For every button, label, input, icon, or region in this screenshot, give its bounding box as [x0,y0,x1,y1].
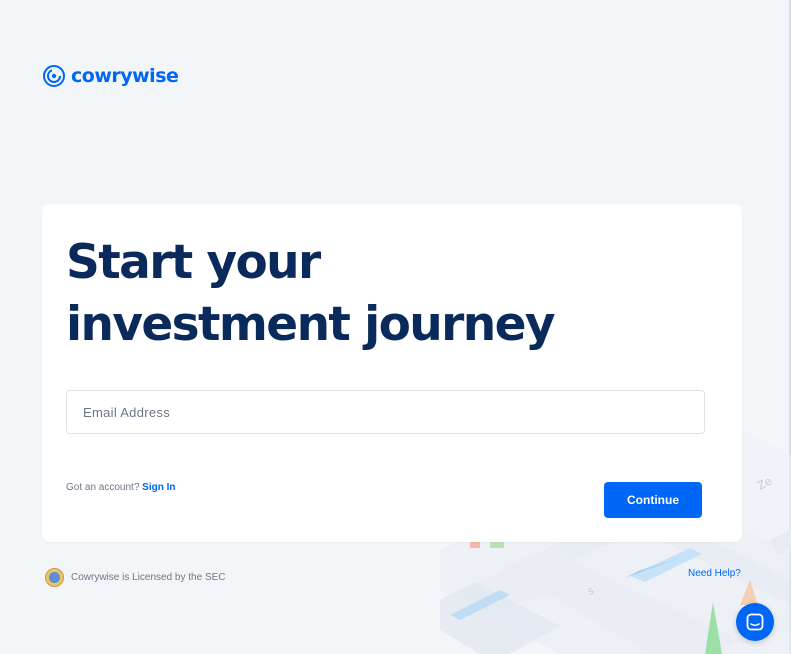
need-help-link[interactable]: Need Help? [688,568,741,579]
sec-seal-icon [45,568,64,587]
email-field[interactable] [66,390,705,434]
brand-name: cowrywise [71,65,179,87]
chat-launcher-button[interactable] [736,603,774,641]
sign-in-link[interactable]: Sign In [142,482,175,493]
signin-prompt: Got an account? Sign In [66,482,176,493]
signin-prompt-text: Got an account? [66,482,140,493]
cowrywise-logo-icon [43,65,65,87]
page-title: Start your investment journey [66,232,666,356]
chat-bubble-icon [746,613,764,631]
continue-button[interactable]: Continue [604,482,702,518]
signup-card: Start your investment journey Got an acc… [42,204,742,542]
license-notice: Cowrywise is Licensed by the SEC [45,568,226,587]
license-text: Cowrywise is Licensed by the SEC [71,572,226,583]
headline-line-1: Start your [66,235,321,290]
cowrywise-logo[interactable]: cowrywise [42,63,179,89]
headline-line-2: investment journey [66,297,555,352]
